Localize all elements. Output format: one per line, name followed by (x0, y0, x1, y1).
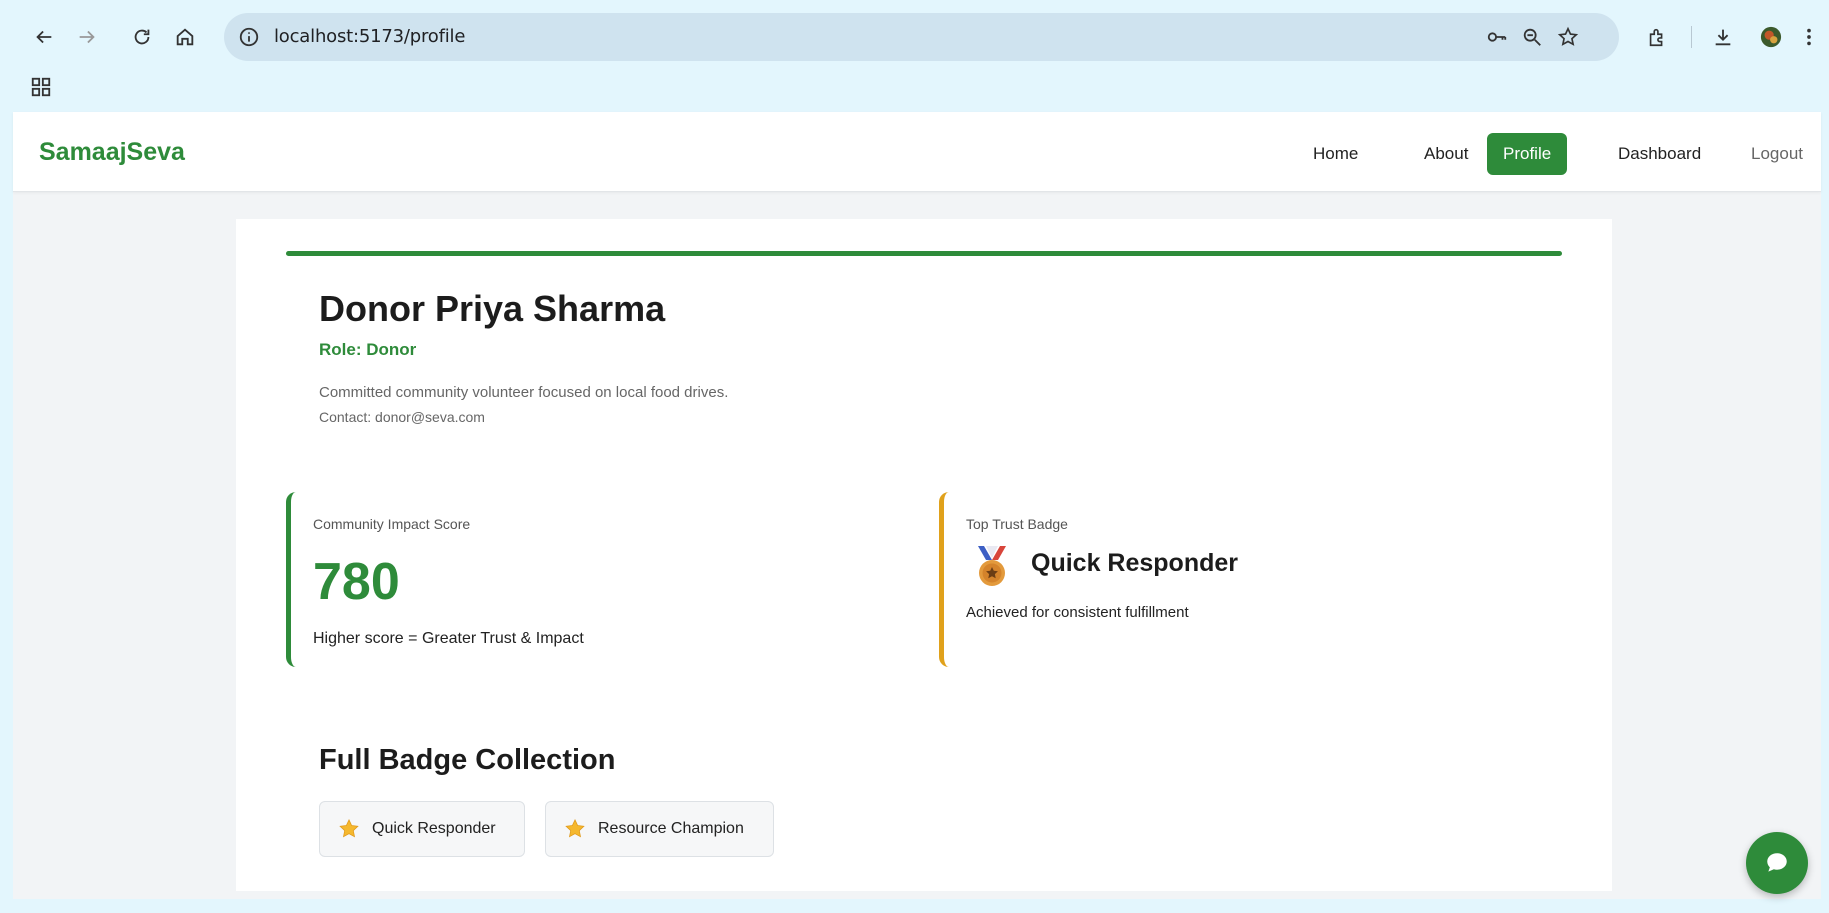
profile-card: Donor Priya Sharma Role: Donor Committed… (236, 219, 1612, 891)
nav-logout[interactable]: Logout (1735, 133, 1819, 175)
nav-about[interactable]: About (1408, 133, 1484, 175)
brand-logo[interactable]: SamaajSeva (39, 138, 185, 167)
nav-home[interactable]: Home (1297, 133, 1374, 175)
url-text[interactable]: localhost:5173/profile (274, 26, 465, 47)
badge-collection-title: Full Badge Collection (319, 744, 616, 776)
profile-contact: Contact: donor@seva.com (319, 409, 485, 425)
profile-name: Donor Priya Sharma (319, 288, 666, 329)
home-icon[interactable] (168, 20, 202, 54)
impact-score-label: Community Impact Score (313, 516, 471, 532)
app-navbar: SamaajSeva Home About Profile Dashboard … (13, 112, 1821, 192)
info-icon[interactable] (238, 26, 260, 48)
zoom-icon[interactable] (1521, 26, 1543, 48)
nav-dashboard[interactable]: Dashboard (1602, 133, 1717, 175)
frame-left (0, 0, 13, 913)
menu-icon[interactable] (1797, 20, 1821, 54)
avatar[interactable] (1754, 20, 1788, 54)
top-badge-label: Top Trust Badge (966, 516, 1068, 532)
chat-button[interactable] (1746, 832, 1808, 894)
back-icon[interactable] (27, 20, 61, 54)
badge-item[interactable]: Resource Champion (545, 801, 774, 857)
browser-chrome: localhost:5173/profile (0, 0, 1829, 112)
star-icon (339, 818, 359, 838)
impact-score-note: Higher score = Greater Trust & Impact (313, 630, 584, 647)
nav-profile[interactable]: Profile (1487, 133, 1568, 175)
top-badge-note: Achieved for consistent fulfillment (966, 604, 1189, 621)
impact-score-card: Community Impact Score 780 Higher score … (286, 492, 836, 667)
profile-accent-bar (286, 251, 1562, 256)
address-bar[interactable]: localhost:5173/profile (224, 13, 1619, 61)
impact-score-value: 780 (313, 553, 400, 611)
top-badge-title: Quick Responder (1031, 549, 1238, 577)
badge-item[interactable]: Quick Responder (319, 801, 525, 857)
frame-bottom (0, 899, 1829, 913)
profile-role: Role: Donor (319, 340, 417, 359)
apps-icon[interactable] (30, 76, 52, 98)
frame-right (1821, 0, 1829, 913)
star-icon[interactable] (1557, 26, 1579, 48)
badge-item-label: Quick Responder (372, 820, 496, 837)
chat-bubble-icon (1767, 853, 1787, 872)
badge-item-label: Resource Champion (598, 820, 744, 837)
top-badge-card: Top Trust Badge Quick Responder Achieved… (939, 492, 1489, 667)
reload-icon[interactable] (125, 20, 159, 54)
key-icon[interactable] (1486, 26, 1508, 48)
star-icon (565, 818, 585, 838)
medal-icon (978, 546, 1006, 586)
extensions-icon[interactable] (1640, 20, 1674, 54)
profile-bio: Committed community volunteer focused on… (319, 384, 729, 401)
forward-icon[interactable] (70, 20, 104, 54)
download-icon[interactable] (1706, 20, 1740, 54)
toolbar-divider (1687, 20, 1695, 54)
